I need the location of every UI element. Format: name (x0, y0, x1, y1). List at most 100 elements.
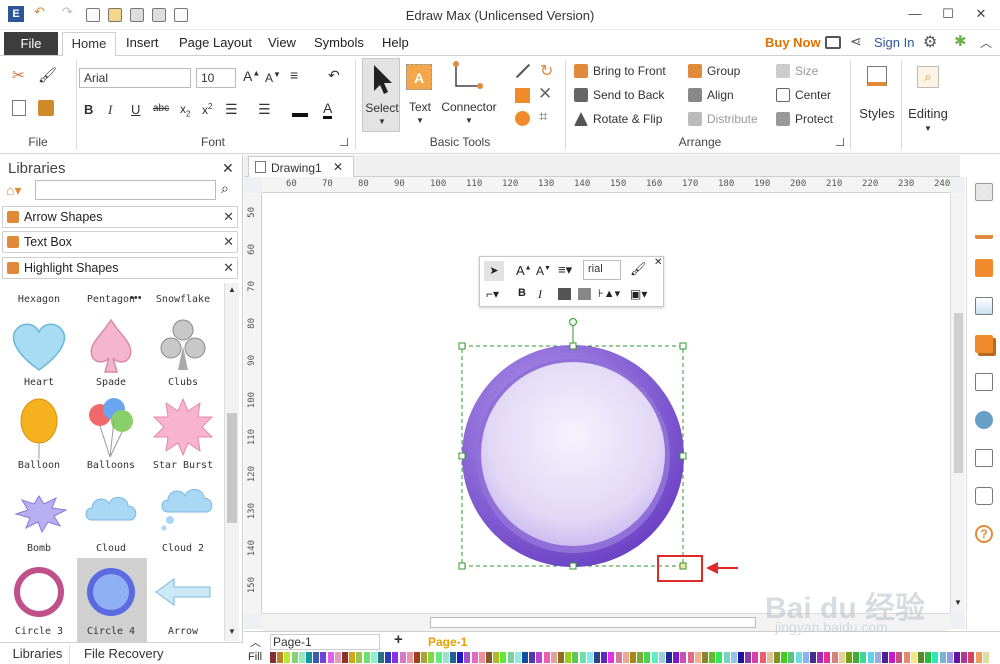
color-swatch[interactable] (644, 652, 651, 663)
tab-home[interactable]: Home (62, 32, 116, 57)
color-swatch[interactable] (694, 652, 701, 663)
shape-label-cloud-2[interactable]: Cloud 2 (148, 543, 218, 554)
tab-help[interactable]: Help (382, 35, 409, 50)
collapse-ribbon-icon[interactable]: ︿ (980, 34, 992, 51)
color-swatch[interactable] (334, 652, 341, 663)
color-swatch[interactable] (608, 652, 615, 663)
color-swatch[interactable] (982, 652, 989, 663)
color-swatch[interactable] (313, 652, 320, 663)
color-swatch[interactable] (435, 652, 442, 663)
shape-label-heart[interactable]: Heart (4, 377, 74, 388)
star-burst-shape[interactable] (148, 393, 218, 463)
styles-button[interactable]: Styles (856, 60, 898, 136)
color-swatch[interactable] (946, 652, 953, 663)
crop-tool-icon[interactable]: ⌗ (539, 108, 547, 125)
shrink-font-icon[interactable]: A▼ (265, 70, 281, 85)
color-swatch[interactable] (637, 652, 644, 663)
color-swatch[interactable] (270, 652, 276, 663)
color-swatch[interactable] (442, 652, 449, 663)
mini-shrink-font-icon[interactable]: A▼ (536, 264, 551, 278)
color-swatch[interactable] (284, 652, 291, 663)
color-swatch[interactable] (961, 652, 968, 663)
library-home-icon[interactable]: ⌂▾ (6, 182, 21, 199)
color-swatch[interactable] (378, 652, 384, 663)
color-swatch[interactable] (478, 652, 485, 663)
color-swatch[interactable] (457, 652, 464, 663)
vertical-scroll-thumb[interactable] (954, 313, 963, 473)
color-swatch[interactable] (766, 652, 773, 663)
close-icon[interactable]: ✕ (223, 260, 234, 276)
strikethrough-icon[interactable]: abc (153, 103, 169, 114)
color-swatch[interactable] (673, 652, 680, 663)
color-swatch[interactable] (622, 652, 629, 663)
connector-tool-button[interactable]: Connector ▼ (440, 58, 498, 132)
gear-icon[interactable]: ⚙ (923, 32, 937, 52)
theme-icon[interactable]: ✱ (954, 32, 967, 50)
mini-bold-icon[interactable]: B (518, 287, 526, 299)
text-tool-button[interactable]: A Text ▼ (404, 58, 436, 132)
cut-icon[interactable]: ✂ (12, 66, 25, 84)
color-swatch[interactable] (939, 652, 946, 663)
bring-to-front-button[interactable]: Bring to Front (593, 64, 666, 78)
mini-close-icon[interactable]: ✕ (654, 257, 662, 268)
shadow-panel-icon[interactable] (975, 259, 993, 277)
color-swatches[interactable] (270, 652, 1000, 663)
horizontal-scroll-thumb[interactable] (430, 617, 756, 628)
spade-shape[interactable] (76, 310, 146, 380)
color-swatch[interactable] (586, 652, 593, 663)
shape-label-spade[interactable]: Spade (76, 377, 146, 388)
mini-distribute-icon[interactable]: ⊦▲▾ (598, 287, 620, 300)
mini-font-select[interactable]: rial (583, 260, 621, 280)
color-swatch[interactable] (349, 652, 356, 663)
font-color-icon[interactable]: A (323, 100, 333, 119)
circle-3-shape[interactable] (4, 559, 74, 629)
color-swatch[interactable] (529, 652, 536, 663)
protect-button[interactable]: Protect (795, 112, 833, 126)
libraries-scroll-thumb[interactable] (227, 413, 237, 523)
color-swatch[interactable] (745, 652, 752, 663)
color-swatch[interactable] (630, 652, 636, 663)
mini-select-icon[interactable]: ➤ (484, 261, 504, 281)
color-swatch[interactable] (406, 652, 413, 663)
color-swatch[interactable] (601, 652, 608, 663)
navigation-panel-icon[interactable] (975, 411, 993, 429)
color-swatch[interactable] (565, 652, 572, 663)
data-panel-icon[interactable] (975, 449, 993, 467)
shape-label-bomb[interactable]: Bomb (4, 543, 74, 554)
color-swatch[interactable] (666, 652, 672, 663)
line-tool-icon[interactable] (515, 63, 531, 79)
color-swatch[interactable] (428, 652, 435, 663)
heart-shape[interactable] (4, 310, 74, 380)
color-swatch[interactable] (910, 652, 917, 663)
color-swatch[interactable] (291, 652, 298, 663)
group-button[interactable]: Group (707, 64, 740, 78)
mini-italic-icon[interactable]: I (538, 287, 542, 302)
color-swatch[interactable] (882, 652, 888, 663)
tab-view[interactable]: View (268, 35, 296, 50)
fill-panel-icon[interactable] (975, 183, 993, 201)
color-swatch[interactable] (824, 652, 831, 663)
maximize-button[interactable]: ☐ (933, 4, 963, 24)
clubs-shape[interactable] (148, 310, 218, 380)
cross-tool-icon[interactable]: ✕ (538, 84, 552, 104)
color-swatch[interactable] (356, 652, 363, 663)
color-swatch[interactable] (579, 652, 586, 663)
color-swatch[interactable] (536, 652, 543, 663)
paste-icon[interactable] (38, 100, 54, 116)
italic-icon[interactable]: I (108, 102, 112, 118)
library-category-arrow-shapes[interactable]: Arrow Shapes ✕ (2, 206, 238, 228)
shape-label-arrow[interactable]: Arrow (148, 626, 218, 637)
bullets-icon[interactable]: ☰ (258, 101, 271, 118)
font-size-select[interactable]: 10 (196, 68, 236, 88)
rectangle-tool-icon[interactable] (515, 88, 530, 103)
mini-connector-icon[interactable]: ⌐▾ (486, 287, 499, 301)
image-panel-icon[interactable] (975, 297, 993, 315)
color-swatch[interactable] (370, 652, 377, 663)
tab-insert[interactable]: Insert (126, 35, 159, 50)
superscript-icon[interactable]: x2 (202, 102, 212, 117)
color-swatch[interactable] (932, 652, 939, 663)
libraries-close-icon[interactable]: ✕ (222, 160, 234, 177)
library-category-text-box[interactable]: Text Box ✕ (2, 231, 238, 253)
mini-style-icon[interactable]: ▣▾ (630, 287, 647, 301)
sign-in-link[interactable]: Sign In (874, 35, 914, 50)
